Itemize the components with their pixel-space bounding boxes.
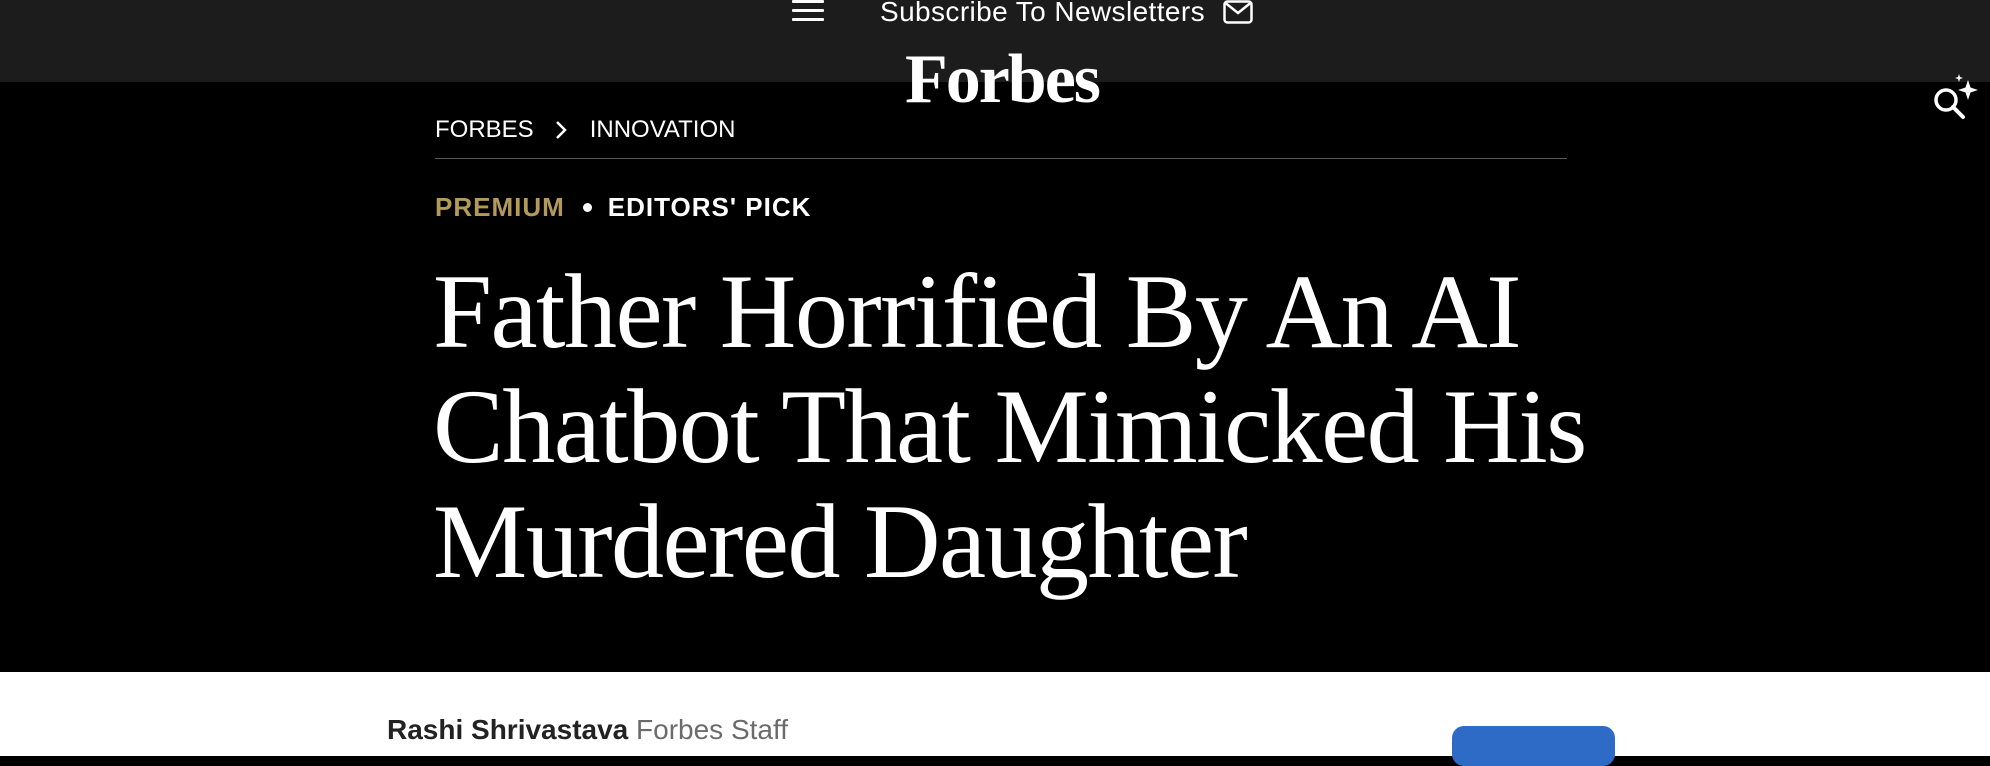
breadcrumb-innovation[interactable]: INNOVATION [590, 116, 736, 144]
article-tags: PREMIUM EDITORS' PICK [435, 190, 811, 224]
forbes-logo[interactable]: Forbes [897, 40, 1107, 120]
author-role: Forbes Staff [636, 714, 789, 745]
headline-line-3: Murdered Daughter [433, 483, 1248, 600]
hamburger-menu-icon[interactable] [790, 0, 826, 24]
tag-separator-dot [582, 202, 592, 212]
editors-pick-badge: EDITORS' PICK [607, 191, 812, 222]
follow-button[interactable] [1452, 726, 1615, 766]
headline-line-2: Chatbot That Mimicked His [433, 368, 1587, 485]
breadcrumb: FORBES INNOVATION [435, 113, 735, 147]
subscribe-label: Subscribe To Newsletters [880, 0, 1205, 27]
chevron-right-icon [555, 121, 567, 139]
subscribe-newsletters-link[interactable]: Subscribe To Newsletters [880, 0, 1253, 30]
byline: Rashi Shrivastava Forbes Staff [387, 714, 788, 746]
premium-badge: PREMIUM [435, 191, 565, 222]
envelope-icon [1223, 0, 1253, 24]
header-divider [435, 158, 1567, 159]
headline-line-1: Father Horrified By An AI [433, 253, 1522, 370]
ai-search-sparkle-icon[interactable] [1928, 72, 1982, 126]
author-name[interactable]: Rashi Shrivastava [387, 714, 628, 745]
breadcrumb-forbes[interactable]: FORBES [435, 116, 534, 144]
article-body-area [0, 672, 1990, 756]
article-headline: Father Horrified By An AI Chatbot That M… [433, 254, 1613, 599]
